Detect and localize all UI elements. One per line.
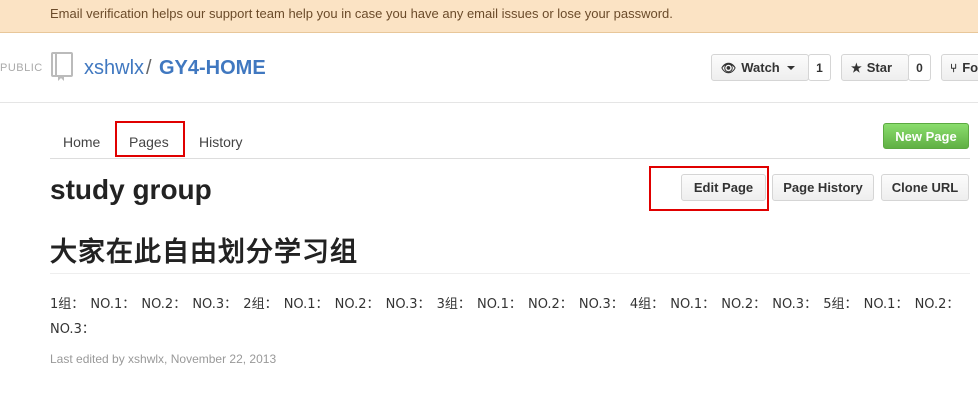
new-page-button[interactable]: New Page: [883, 123, 969, 149]
tabs-divider: [50, 158, 970, 159]
pages-tab-highlight: [115, 121, 185, 157]
edit-page-highlight: [649, 166, 769, 211]
content-body: 1组： NO.1： NO.2： NO.3： 2组： NO.1： NO.2： NO…: [50, 297, 960, 337]
repo-book-icon: [51, 52, 73, 81]
watch-button[interactable]: 👁 Watch: [711, 54, 809, 81]
repo-owner-link[interactable]: xshwlx: [84, 57, 144, 80]
watch-count[interactable]: 1: [808, 54, 831, 81]
star-count[interactable]: 0: [908, 54, 931, 81]
chevron-down-icon: [786, 65, 795, 70]
eye-icon: 👁: [721, 60, 737, 75]
last-edited-info: Last edited by xshwlx, November 22, 2013: [50, 352, 277, 366]
heading-divider: [50, 273, 970, 274]
email-verification-notice: Email verification helps our support tea…: [0, 0, 978, 33]
notice-text: Email verification helps our support tea…: [50, 6, 673, 21]
watch-label: Watch: [741, 60, 780, 75]
star-label: Star: [866, 60, 893, 75]
fork-icon: ⑂: [950, 60, 958, 75]
fork-label: Fork: [962, 60, 978, 75]
fork-button[interactable]: ⑂ Fork: [941, 54, 978, 81]
page-title: study group: [50, 174, 212, 205]
header-divider: [0, 102, 978, 103]
tab-home[interactable]: Home: [63, 134, 100, 150]
star-button[interactable]: ★ Star: [841, 54, 909, 81]
repo-separator: /: [146, 57, 152, 79]
repo-name-link[interactable]: GY4-HOME: [159, 57, 266, 80]
content-heading: 大家在此自由划分学习组: [50, 237, 358, 268]
tab-history[interactable]: History: [199, 134, 243, 150]
clone-url-button[interactable]: Clone URL: [881, 174, 969, 201]
star-icon: ★: [851, 60, 862, 75]
page-history-button[interactable]: Page History: [772, 174, 874, 201]
visibility-label: PUBLIC: [0, 62, 43, 74]
